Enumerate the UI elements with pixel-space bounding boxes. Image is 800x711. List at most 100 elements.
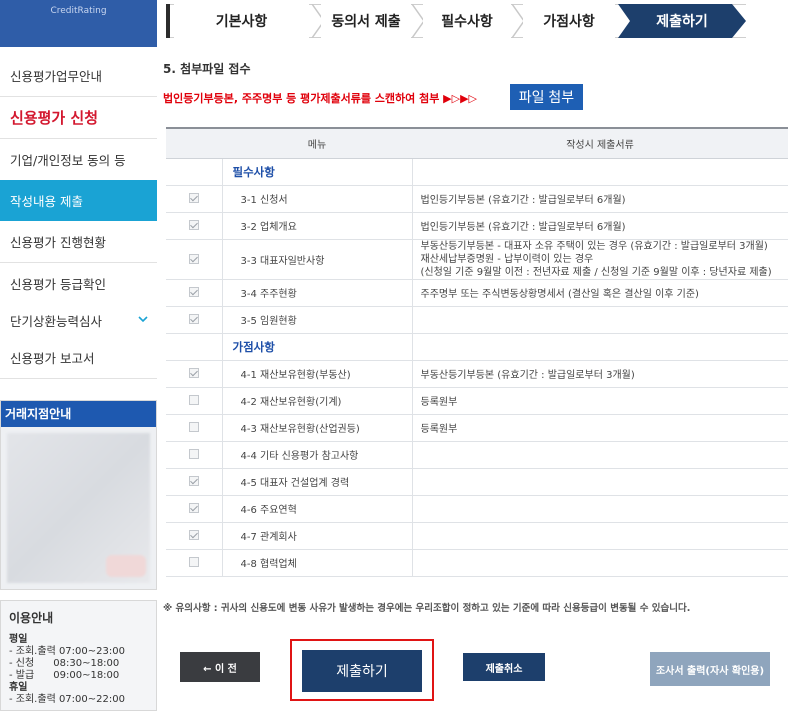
sidebar-item-label: 작성내용 제출 bbox=[10, 194, 83, 209]
row-menu: 4-3 재산보유현황(산업권등) bbox=[222, 414, 413, 442]
table-row: 3-2 업체개요 법인등기부등본 (유효기간 : 발급일로부터 6개월) bbox=[166, 212, 788, 240]
branch-title: 거래지점안내 bbox=[1, 401, 156, 427]
usage-info-line: - 신청 08:30~18:00 bbox=[9, 658, 120, 669]
sidebar-item-label: 단기상환능력심사 bbox=[10, 314, 103, 329]
row-docs: 법인등기부등본 (유효기간 : 발급일로부터 6개월) bbox=[412, 185, 788, 213]
row-menu: 3-2 업체개요 bbox=[222, 212, 413, 240]
branch-info-box: 거래지점안내 bbox=[0, 400, 157, 590]
chevron-down-icon bbox=[138, 316, 148, 323]
row-menu: 4-7 관계회사 bbox=[222, 522, 413, 550]
table-group-row: 가점사항 bbox=[166, 333, 788, 361]
sidebar-item-label: 신용평가 보고서 bbox=[10, 351, 95, 366]
group-label-required: 필수사항 bbox=[222, 158, 413, 186]
sidebar-item-progress[interactable]: 신용평가 진행현황 bbox=[0, 221, 157, 263]
usage-info-line: 휴일 bbox=[9, 682, 28, 693]
attach-notice: 법인등기부등본, 주주명부 등 평가제출서류를 스캔하여 첨부 ▶▷▶▷ bbox=[163, 92, 477, 105]
row-docs bbox=[412, 306, 788, 334]
table-row: 4-8 협력업체 bbox=[166, 549, 788, 577]
row-menu: 4-5 대표자 건설업계 경력 bbox=[222, 468, 413, 496]
step-bonus: 가점사항 bbox=[523, 4, 615, 38]
row-docs: 주주명부 또는 주식변동상황명세서 (결산일 혹은 결산일 이후 기준) bbox=[412, 279, 788, 307]
row-docs: 부동산등기부등본 - 대표자 소유 주택이 있는 경우 (유효기간 : 발급일로… bbox=[412, 239, 788, 280]
sidebar-item-label: 기업/개인정보 동의 등 bbox=[10, 153, 126, 168]
sidebar-item-label: 신용평가 등급확인 bbox=[10, 277, 106, 292]
sidebar-item-report[interactable]: 신용평가 보고서 bbox=[0, 337, 157, 379]
step-progress-bar: 기본사항 동의서 제출 필수사항 가점사항 제출하기 bbox=[166, 4, 746, 38]
row-docs: 부동산등기부등본 (유효기간 : 발급일로부터 3개월) bbox=[412, 360, 788, 388]
step-consent: 동의서 제출 bbox=[321, 4, 411, 38]
table-row: 4-4 기타 신용평가 참고사항 bbox=[166, 441, 788, 469]
sidebar-item-grade-check[interactable]: 신용평가 등급확인 bbox=[0, 263, 157, 305]
submit-button[interactable]: 제출하기 bbox=[302, 650, 422, 692]
row-checkbox[interactable] bbox=[188, 557, 199, 567]
row-menu: 3-3 대표자일반사항 bbox=[222, 239, 413, 280]
prev-button[interactable]: ← 이 전 bbox=[180, 652, 260, 682]
sidebar-item-label: 신용평가 진행현황 bbox=[10, 235, 106, 250]
sidebar-item-apply[interactable]: 신용평가 신청 bbox=[0, 97, 157, 139]
row-menu: 4-8 협력업체 bbox=[222, 549, 413, 577]
table-row: 4-1 재산보유현황(부동산) 부동산등기부등본 (유효기간 : 발급일로부터 … bbox=[166, 360, 788, 388]
cancel-submit-button[interactable]: 제출취소 bbox=[463, 653, 545, 681]
row-checkbox[interactable] bbox=[188, 476, 199, 486]
sidebar: CreditRating 신용평가업무안내 신용평가 신청 기업/개인정보 동의… bbox=[0, 0, 157, 711]
table-group-row: 필수사항 bbox=[166, 158, 788, 186]
file-attach-button[interactable]: 파일 첨부 bbox=[510, 84, 583, 110]
usage-info-title: 이용안내 bbox=[9, 611, 54, 625]
table-row: 4-7 관계회사 bbox=[166, 522, 788, 550]
row-menu: 4-2 재산보유현황(기계) bbox=[222, 387, 413, 415]
usage-info-line: - 조회.출력 07:00~22:00 bbox=[9, 694, 125, 705]
table-row: 4-5 대표자 건설업계 경력 bbox=[166, 468, 788, 496]
row-checkbox[interactable] bbox=[188, 530, 199, 540]
table-row: 4-2 재산보유현황(기계) 등록원부 bbox=[166, 387, 788, 415]
row-docs bbox=[412, 549, 788, 577]
row-docs bbox=[412, 468, 788, 496]
step-basic: 기본사항 bbox=[174, 4, 309, 38]
row-checkbox[interactable] bbox=[188, 253, 199, 264]
row-docs bbox=[412, 522, 788, 550]
sidebar-item-guide[interactable]: 신용평가업무안내 bbox=[0, 55, 157, 97]
row-checkbox[interactable] bbox=[188, 503, 199, 513]
row-docs: 법인등기부등본 (유효기간 : 발급일로부터 6개월) bbox=[412, 212, 788, 240]
table-row: 4-6 주요연혁 bbox=[166, 495, 788, 523]
row-docs: 등록원부 bbox=[412, 414, 788, 442]
branch-map-blurred bbox=[7, 433, 150, 583]
sidebar-item-short-term[interactable]: 단기상환능력심사 bbox=[0, 300, 157, 342]
row-docs bbox=[412, 441, 788, 469]
row-docs-line: (신청일 기준 9월말 이전 : 전년자료 제출 / 신청일 기준 9월말 이후… bbox=[420, 266, 772, 278]
row-menu: 4-6 주요연혁 bbox=[222, 495, 413, 523]
row-docs: 등록원부 bbox=[412, 387, 788, 415]
row-checkbox[interactable] bbox=[188, 220, 199, 230]
row-checkbox[interactable] bbox=[188, 193, 199, 203]
row-checkbox[interactable] bbox=[188, 422, 199, 432]
row-checkbox[interactable] bbox=[188, 314, 199, 324]
row-menu: 4-4 기타 신용평가 참고사항 bbox=[222, 441, 413, 469]
usage-info-line: - 조회.출력 07:00~23:00 bbox=[9, 646, 125, 657]
table-row: 3-4 주주현황 주주명부 또는 주식변동상황명세서 (결산일 혹은 결산일 이… bbox=[166, 279, 788, 307]
row-checkbox[interactable] bbox=[188, 287, 199, 297]
table-header-check bbox=[166, 127, 222, 159]
table-row: 3-1 신청서 법인등기부등본 (유효기간 : 발급일로부터 6개월) bbox=[166, 185, 788, 213]
row-docs-line: 재산세납부증명원 - 납부이력이 있는 경우 bbox=[420, 253, 594, 265]
row-docs-line: 부동산등기부등본 - 대표자 소유 주택이 있는 경우 (유효기간 : 발급일로… bbox=[420, 240, 768, 252]
usage-info-line: - 발급 09:00~18:00 bbox=[9, 670, 120, 681]
group-label-bonus: 가점사항 bbox=[222, 333, 413, 361]
table-header-docs: 작성시 제출서류 bbox=[412, 127, 788, 159]
table-row: 3-3 대표자일반사항 부동산등기부등본 - 대표자 소유 주택이 있는 경우 … bbox=[166, 239, 788, 280]
row-checkbox[interactable] bbox=[188, 449, 199, 459]
row-docs bbox=[412, 495, 788, 523]
table-header-menu: 메뉴 bbox=[222, 127, 412, 159]
sidebar-item-label: 신용평가업무안내 bbox=[10, 69, 103, 84]
usage-info-box: 이용안내 평일 - 조회.출력 07:00~23:00 - 신청 08:30~1… bbox=[0, 600, 157, 711]
step-submit: 제출하기 bbox=[656, 14, 708, 30]
step-required: 필수사항 bbox=[423, 4, 511, 38]
print-report-button[interactable]: 조사서 출력(자사 확인용) bbox=[650, 652, 770, 686]
section-title: 5. 첨부파일 접수 bbox=[163, 62, 251, 76]
row-checkbox[interactable] bbox=[188, 395, 199, 405]
sidebar-item-submit-content[interactable]: 작성내용 제출 bbox=[0, 180, 157, 222]
usage-info-line: 평일 bbox=[9, 634, 28, 645]
row-checkbox[interactable] bbox=[188, 368, 199, 378]
brand-logo: CreditRating bbox=[0, 0, 157, 47]
table-row: 4-3 재산보유현황(산업권등) 등록원부 bbox=[166, 414, 788, 442]
sidebar-item-consent[interactable]: 기업/개인정보 동의 등 bbox=[0, 139, 157, 181]
row-menu: 3-5 임원현황 bbox=[222, 306, 413, 334]
